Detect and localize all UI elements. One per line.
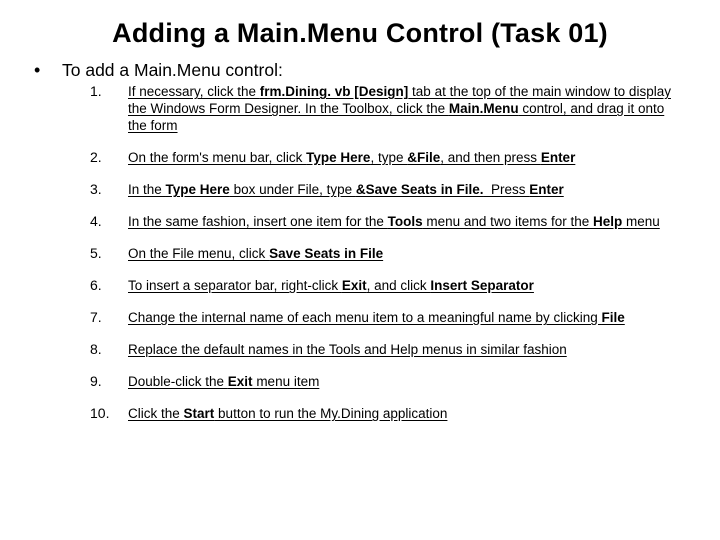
step-text: On the form's menu bar, click Type Here,…: [128, 149, 674, 166]
step-number: 9.: [90, 373, 128, 390]
step-number: 10.: [90, 405, 128, 422]
step-number: 2.: [90, 149, 128, 166]
step-text: In the Type Here box under File, type &S…: [128, 181, 674, 198]
list-item: 4. In the same fashion, insert one item …: [90, 213, 674, 230]
step-number: 4.: [90, 213, 128, 230]
list-item: 3. In the Type Here box under File, type…: [90, 181, 674, 198]
step-number: 8.: [90, 341, 128, 358]
lead-row: • To add a Main.Menu control:: [30, 59, 688, 81]
step-text: To insert a separator bar, right-click E…: [128, 277, 674, 294]
list-item: 8. Replace the default names in the Tool…: [90, 341, 674, 358]
step-text: Click the Start button to run the My.Din…: [128, 405, 674, 422]
step-text: Double-click the Exit menu item: [128, 373, 674, 390]
lead-text: To add a Main.Menu control:: [62, 59, 283, 81]
list-item: 9. Double-click the Exit menu item: [90, 373, 674, 390]
step-number: 7.: [90, 309, 128, 326]
step-text: On the File menu, click Save Seats in Fi…: [128, 245, 674, 262]
step-text: If necessary, click the frm.Dining. vb […: [128, 83, 674, 134]
steps-list: 1. If necessary, click the frm.Dining. v…: [32, 83, 688, 422]
list-item: 6. To insert a separator bar, right-clic…: [90, 277, 674, 294]
step-number: 6.: [90, 277, 128, 294]
slide-title: Adding a Main.Menu Control (Task 01): [32, 18, 688, 49]
step-number: 3.: [90, 181, 128, 198]
step-number: 5.: [90, 245, 128, 262]
list-item: 2. On the form's menu bar, click Type He…: [90, 149, 674, 166]
step-text: Change the internal name of each menu it…: [128, 309, 674, 326]
list-item: 1. If necessary, click the frm.Dining. v…: [90, 83, 674, 134]
list-item: 10. Click the Start button to run the My…: [90, 405, 674, 422]
step-number: 1.: [90, 83, 128, 100]
step-text: In the same fashion, insert one item for…: [128, 213, 674, 230]
slide: Adding a Main.Menu Control (Task 01) • T…: [0, 0, 720, 540]
list-item: 7. Change the internal name of each menu…: [90, 309, 674, 326]
bullet-icon: •: [30, 59, 62, 81]
step-text: Replace the default names in the Tools a…: [128, 341, 674, 358]
list-item: 5. On the File menu, click Save Seats in…: [90, 245, 674, 262]
